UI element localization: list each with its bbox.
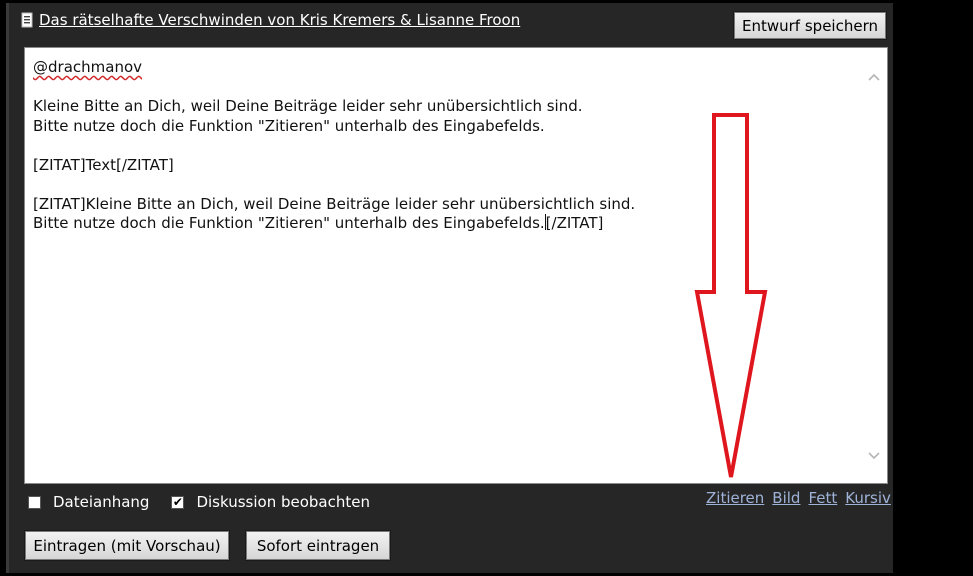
message-line: Kleine Bitte an Dich, weil Deine Beiträg… xyxy=(33,97,583,115)
document-icon xyxy=(21,12,33,28)
message-line: Bitte nutze doch die Funktion "Zitieren"… xyxy=(33,214,545,232)
formatting-links: Zitieren Bild Fett Kursiv xyxy=(706,489,891,507)
attachment-checkbox[interactable] xyxy=(28,495,41,509)
italic-link[interactable]: Kursiv xyxy=(845,489,891,507)
post-options: Dateianhang ✔ Diskussion beobachten xyxy=(28,493,392,511)
quote-link[interactable]: Zitieren xyxy=(706,489,764,507)
bold-link[interactable]: Fett xyxy=(808,489,837,507)
watch-discussion-label: Diskussion beobachten xyxy=(196,493,370,511)
message-line-end: [/ZITAT] xyxy=(545,214,604,232)
thread-title-link[interactable]: Das rätselhafte Verschwinden von Kris Kr… xyxy=(39,11,520,29)
chevron-up-icon[interactable] xyxy=(867,70,881,84)
message-line: [ZITAT]Kleine Bitte an Dich, weil Deine … xyxy=(33,194,636,213)
annotation-arrow-icon xyxy=(694,113,768,478)
chevron-down-icon[interactable] xyxy=(867,449,881,463)
watch-discussion-checkbox[interactable]: ✔ xyxy=(171,495,185,509)
mention-text: @drachmanov xyxy=(33,58,142,76)
attachment-label: Dateianhang xyxy=(53,493,150,511)
image-link[interactable]: Bild xyxy=(772,489,800,507)
message-line: Bitte nutze doch die Funktion "Zitieren"… xyxy=(33,116,545,135)
message-line: [ZITAT]Text[/ZITAT] xyxy=(33,155,174,174)
save-draft-button[interactable]: Entwurf speichern xyxy=(734,12,886,39)
check-icon: ✔ xyxy=(172,495,183,509)
submit-now-button[interactable]: Sofort eintragen xyxy=(246,531,390,560)
thread-title-row: Das rätselhafte Verschwinden von Kris Kr… xyxy=(21,11,520,29)
submit-with-preview-button[interactable]: Eintragen (mit Vorschau) xyxy=(25,531,229,560)
